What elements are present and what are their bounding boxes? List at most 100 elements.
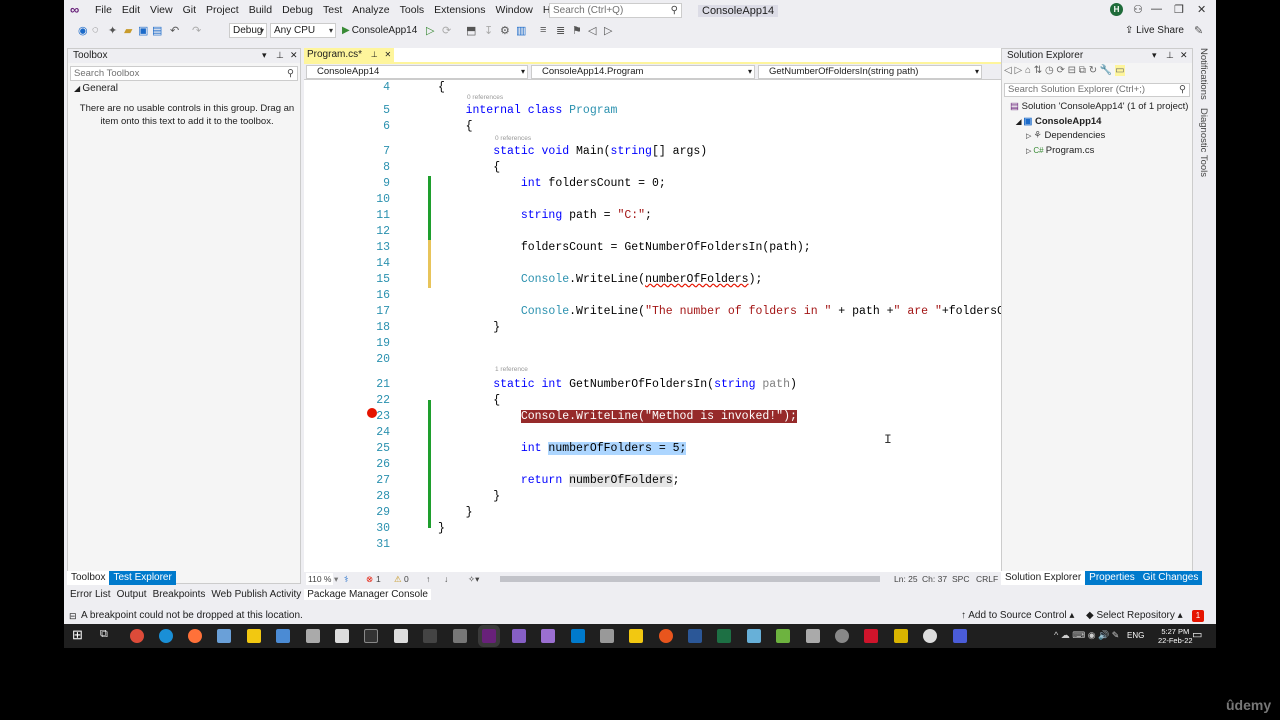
- tab-test-explorer[interactable]: Test Explorer: [109, 571, 176, 585]
- menu-build[interactable]: Build: [244, 4, 277, 16]
- tray-icons[interactable]: ^ ☁ ⌨ ◉ 🔊 ✎: [1054, 630, 1119, 641]
- window-position-icon[interactable]: ▾: [1152, 50, 1157, 61]
- new-project-icon[interactable]: ✦: [108, 24, 117, 37]
- toolbox-group-general[interactable]: ◢ General: [74, 83, 118, 94]
- solution-config-select[interactable]: Debug ▾: [229, 23, 267, 38]
- bookmark-icon[interactable]: ⚑: [572, 24, 582, 37]
- health-icon[interactable]: ⚕: [344, 572, 349, 586]
- browser-link-icon[interactable]: ⬒: [466, 24, 476, 37]
- menu-project[interactable]: Project: [201, 4, 244, 16]
- sync-icon[interactable]: ⟳: [1056, 65, 1067, 76]
- close-icon[interactable]: ✕: [1180, 50, 1188, 61]
- close-icon[interactable]: ✕: [290, 50, 298, 61]
- platform-select[interactable]: Any CPU ▾: [270, 23, 336, 38]
- restore-icon[interactable]: ❐: [1174, 3, 1184, 16]
- code-cleanup-icon[interactable]: ✧▾: [468, 572, 479, 586]
- codelens-references[interactable]: 0 references: [495, 135, 531, 142]
- pin-icon[interactable]: ⊥: [371, 50, 378, 59]
- menu-git[interactable]: Git: [178, 4, 201, 16]
- zoom-select[interactable]: 110 %: [306, 573, 334, 585]
- menu-window[interactable]: Window: [491, 4, 538, 16]
- visual-studio-icon[interactable]: [482, 629, 496, 643]
- tab-output[interactable]: Output: [114, 589, 150, 600]
- notepad-icon[interactable]: [335, 629, 349, 643]
- solution-search-input[interactable]: Search Solution Explorer (Ctrl+;) ⚲: [1004, 83, 1190, 97]
- code-area[interactable]: 0 references 0 references 1 reference 4{…: [304, 80, 1046, 570]
- uk-flag-icon[interactable]: [864, 629, 878, 643]
- back-icon[interactable]: ◉: [78, 24, 88, 37]
- save-all-icon[interactable]: ▤: [152, 24, 162, 37]
- menu-file[interactable]: File: [90, 4, 117, 16]
- feedback-icon[interactable]: ⚇: [1133, 3, 1143, 16]
- admin-icon[interactable]: ✎: [1194, 24, 1203, 37]
- menu-analyze[interactable]: Analyze: [347, 4, 394, 16]
- visual-studio-3-icon[interactable]: [541, 629, 555, 643]
- uncomment-icon[interactable]: ≣: [556, 24, 565, 37]
- word-icon[interactable]: [688, 629, 702, 643]
- menu-test[interactable]: Test: [318, 4, 347, 16]
- chrome-icon[interactable]: [130, 629, 144, 643]
- show-all-files-icon[interactable]: ⧉: [1079, 65, 1089, 76]
- tree-item-solution[interactable]: ▤ Solution 'ConsoleApp14' (1 of 1 projec…: [1010, 100, 1188, 113]
- document-icon[interactable]: [394, 629, 408, 643]
- clock-icon[interactable]: [923, 629, 937, 643]
- pin-icon[interactable]: ⊥: [276, 50, 284, 61]
- global-search-input[interactable]: Search (Ctrl+Q) ⚲: [549, 3, 682, 18]
- project-dropdown[interactable]: ConsoleApp14 ▾: [306, 65, 528, 79]
- tab-error-list[interactable]: Error List: [67, 589, 114, 600]
- tab-git-changes[interactable]: Git Changes: [1138, 571, 1203, 585]
- tree-item-program-cs[interactable]: ▷ C# Program.cs: [1026, 144, 1094, 158]
- warning-count[interactable]: 0: [404, 572, 409, 586]
- tab-breakpoints[interactable]: Breakpoints: [150, 589, 209, 600]
- menu-view[interactable]: View: [145, 4, 178, 16]
- snip-icon[interactable]: [453, 629, 467, 643]
- menu-edit[interactable]: Edit: [117, 4, 145, 16]
- notifications-badge[interactable]: 1: [1192, 610, 1204, 622]
- firefox-icon[interactable]: [188, 629, 202, 643]
- source-control-button[interactable]: ↑ Add to Source Control ▴: [961, 608, 1074, 624]
- comment-icon[interactable]: ≡: [540, 24, 546, 36]
- tab-toolbox[interactable]: Toolbox: [67, 571, 110, 585]
- menu-tools[interactable]: Tools: [395, 4, 430, 16]
- close-icon[interactable]: ✕: [1197, 3, 1206, 16]
- language-indicator[interactable]: ENG: [1127, 631, 1144, 640]
- recorder-icon[interactable]: [659, 629, 673, 643]
- open-icon[interactable]: ▰: [124, 24, 132, 37]
- next-issue-icon[interactable]: ↓: [444, 572, 448, 586]
- select-repository-button[interactable]: ◆ Select Repository ▴: [1086, 608, 1183, 624]
- network-icon[interactable]: [276, 629, 290, 643]
- back-icon[interactable]: ◁: [1004, 65, 1014, 76]
- live-share-button[interactable]: ⇪ Live Share: [1125, 25, 1184, 36]
- tab-program-cs[interactable]: Program.cs* ⊥ ✕: [304, 48, 395, 63]
- clock[interactable]: 5:27 PM 22-Feb-22: [1158, 627, 1193, 645]
- calculator-icon[interactable]: [306, 629, 320, 643]
- step-icon[interactable]: ↧: [484, 24, 493, 37]
- refresh-icon[interactable]: ↻: [1089, 65, 1100, 76]
- tab-web-publish-activity[interactable]: Web Publish Activity: [208, 589, 304, 600]
- start-without-debugging-icon[interactable]: ▷: [426, 24, 434, 37]
- sticky-notes-icon[interactable]: [247, 629, 261, 643]
- pin-icon[interactable]: ⊥: [1166, 50, 1174, 61]
- chevron-down-icon[interactable]: ▾: [334, 572, 338, 586]
- forward-icon[interactable]: ◌: [92, 24, 99, 36]
- switch-views-icon[interactable]: ⇅: [1034, 65, 1045, 76]
- close-icon[interactable]: ✕: [385, 50, 392, 59]
- app-icon[interactable]: [835, 629, 849, 643]
- terminal-icon[interactable]: [364, 629, 378, 643]
- forward-icon[interactable]: ▷: [1014, 65, 1024, 76]
- layout-icon[interactable]: ▥: [516, 24, 526, 37]
- notification-center-icon[interactable]: ▭: [1192, 628, 1202, 641]
- visual-studio-2-icon[interactable]: [512, 629, 526, 643]
- edge-icon[interactable]: [159, 629, 173, 643]
- properties-icon[interactable]: 🔧: [1100, 65, 1115, 76]
- prev-bookmark-icon[interactable]: ◁: [588, 24, 596, 37]
- pending-changes-icon[interactable]: ◷: [1045, 65, 1057, 76]
- teams-icon[interactable]: [953, 629, 967, 643]
- menu-extensions[interactable]: Extensions: [429, 4, 490, 16]
- minimize-icon[interactable]: —: [1151, 3, 1162, 15]
- tab-solution-explorer[interactable]: Solution Explorer: [1001, 571, 1086, 585]
- tree-item-dependencies[interactable]: ▷ ⚘ Dependencies: [1026, 129, 1105, 143]
- tab-notifications[interactable]: Notifications: [1198, 48, 1209, 100]
- app-icon[interactable]: [217, 629, 231, 643]
- class-dropdown[interactable]: ConsoleApp14.Program ▾: [531, 65, 755, 79]
